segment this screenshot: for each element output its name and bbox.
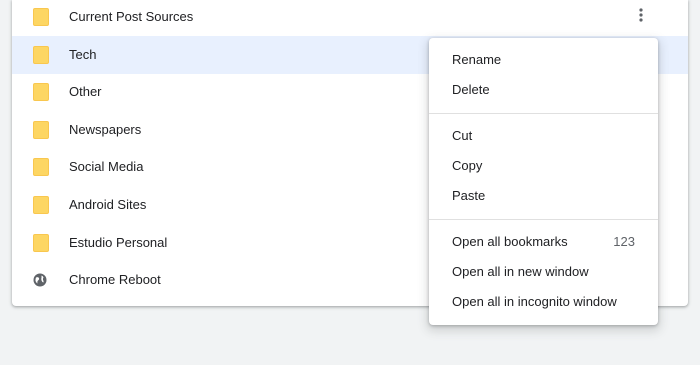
bookmark-label: Newspapers bbox=[69, 122, 142, 137]
folder-icon bbox=[33, 8, 49, 26]
menu-item-open-all-incognito[interactable]: Open all in incognito window bbox=[429, 287, 658, 317]
folder-icon bbox=[33, 46, 49, 64]
menu-divider bbox=[429, 219, 658, 220]
bookmark-count: 123 bbox=[613, 234, 635, 249]
menu-item-label: Open all bookmarks bbox=[452, 234, 568, 249]
bookmark-label: Chrome Reboot bbox=[69, 272, 161, 287]
context-menu: Rename Delete Cut Copy Paste Open all bo… bbox=[429, 38, 658, 325]
bookmark-label: Android Sites bbox=[69, 197, 147, 212]
bookmark-row-current-post-sources[interactable]: Current Post Sources bbox=[12, 0, 688, 36]
menu-item-label: Open all in incognito window bbox=[452, 294, 617, 309]
bookmark-label: Tech bbox=[69, 47, 97, 62]
menu-item-rename[interactable]: Rename bbox=[429, 45, 658, 75]
folder-icon bbox=[33, 121, 49, 139]
menu-item-paste[interactable]: Paste bbox=[429, 181, 658, 211]
menu-item-delete[interactable]: Delete bbox=[429, 75, 658, 105]
menu-item-open-all-new-window[interactable]: Open all in new window bbox=[429, 257, 658, 287]
menu-item-label: Copy bbox=[452, 158, 483, 173]
globe-icon bbox=[33, 273, 47, 287]
menu-item-label: Delete bbox=[452, 82, 490, 97]
folder-icon bbox=[33, 83, 49, 101]
menu-item-cut[interactable]: Cut bbox=[429, 121, 658, 151]
menu-item-label: Open all in new window bbox=[452, 264, 589, 279]
folder-icon bbox=[33, 196, 49, 214]
more-vert-icon bbox=[639, 8, 643, 22]
folder-icon bbox=[33, 234, 49, 252]
menu-item-label: Cut bbox=[452, 128, 473, 143]
menu-item-label: Paste bbox=[452, 188, 486, 203]
menu-item-label: Rename bbox=[452, 52, 502, 67]
bookmark-label: Other bbox=[69, 84, 102, 99]
menu-divider bbox=[429, 113, 658, 114]
more-actions-button[interactable] bbox=[628, 2, 654, 28]
folder-icon bbox=[33, 158, 49, 176]
menu-item-copy[interactable]: Copy bbox=[429, 151, 658, 181]
bookmark-label: Estudio Personal bbox=[69, 235, 168, 250]
menu-item-open-all-bookmarks[interactable]: Open all bookmarks 123 bbox=[429, 227, 658, 257]
bookmark-label: Current Post Sources bbox=[69, 9, 194, 24]
bookmark-label: Social Media bbox=[69, 159, 144, 174]
